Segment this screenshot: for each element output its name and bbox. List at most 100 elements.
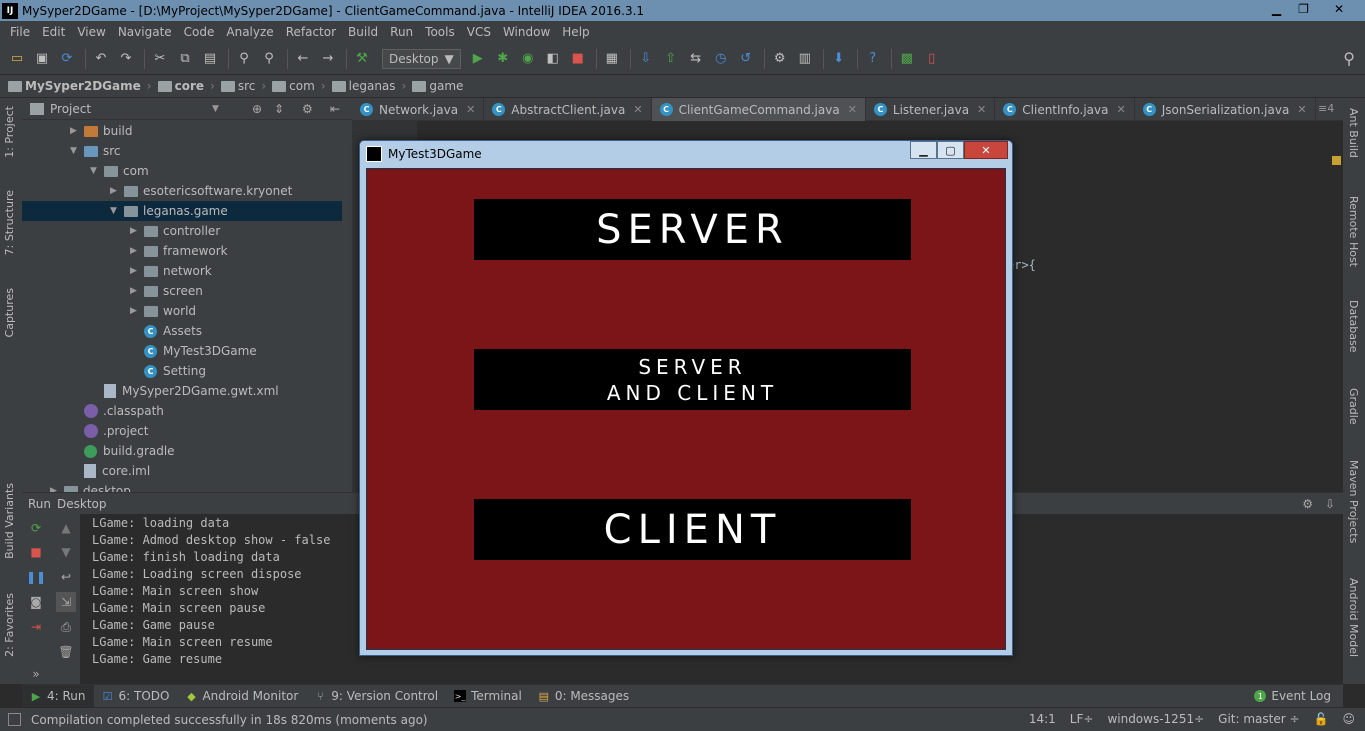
- copy-icon[interactable]: ⧉: [174, 48, 196, 70]
- tree-item[interactable]: ▶ screen: [22, 281, 203, 301]
- client-button[interactable]: CLIENT: [474, 499, 911, 560]
- tool-tab-database[interactable]: Database: [1347, 300, 1360, 353]
- project-view-dropdown[interactable]: Project: [50, 102, 91, 116]
- git-branch[interactable]: Git: master ÷: [1218, 712, 1299, 726]
- project-structure-icon[interactable]: ▥: [794, 48, 816, 70]
- inspector-icon[interactable]: ☺: [1342, 712, 1355, 726]
- close-tab-icon[interactable]: ✕: [1116, 103, 1125, 116]
- menu-navigate[interactable]: Navigate: [112, 25, 178, 39]
- soft-wrap-icon[interactable]: ↩: [56, 567, 76, 587]
- sdk-manager-icon[interactable]: ⬇: [828, 48, 850, 70]
- close-button[interactable]: ✕: [1317, 0, 1361, 18]
- chevron-down-icon[interactable]: ▼: [212, 104, 219, 114]
- server-button[interactable]: SERVER: [474, 199, 911, 260]
- menu-vcs[interactable]: VCS: [461, 25, 497, 39]
- sync-icon[interactable]: ⟳: [56, 48, 78, 70]
- breadcrumb-project[interactable]: MySyper2DGame: [8, 79, 141, 93]
- collapse-all-icon[interactable]: ⇕: [274, 102, 284, 116]
- tree-item[interactable]: C MyTest3DGame: [22, 341, 257, 361]
- gear-icon[interactable]: ⚙: [1302, 497, 1313, 511]
- expand-arrow-icon[interactable]: ▼: [110, 206, 124, 216]
- editor-tab[interactable]: C ClientGameCommand.java ✕: [651, 98, 866, 121]
- menu-window[interactable]: Window: [497, 25, 556, 39]
- tree-item[interactable]: build.gradle: [22, 441, 175, 461]
- more-icon[interactable]: »: [26, 664, 46, 684]
- tree-item[interactable]: .classpath: [22, 401, 164, 421]
- menu-analyze[interactable]: Analyze: [220, 25, 279, 39]
- warning-marker-icon[interactable]: [1332, 156, 1341, 165]
- bottom-tab-run[interactable]: ▶ 4: Run: [22, 684, 94, 708]
- menu-edit[interactable]: Edit: [36, 25, 71, 39]
- collapse-arrow-icon[interactable]: ▶: [130, 226, 144, 236]
- close-tab-icon[interactable]: ✕: [633, 103, 642, 116]
- breadcrumb-core[interactable]: core: [157, 79, 204, 93]
- close-tab-icon[interactable]: ✕: [466, 103, 475, 116]
- back-icon[interactable]: ←: [292, 48, 314, 70]
- settings-icon[interactable]: ⚙: [769, 48, 791, 70]
- paste-icon[interactable]: ▤: [199, 48, 221, 70]
- caret-position[interactable]: 14:1: [1029, 712, 1056, 726]
- tool-tab-android-model[interactable]: Android Model: [1347, 578, 1360, 657]
- file-encoding[interactable]: windows-1251÷: [1107, 712, 1204, 726]
- tree-item[interactable]: C Setting: [22, 361, 206, 381]
- toggle-tool-windows-icon[interactable]: [8, 713, 21, 726]
- clear-all-icon[interactable]: 🗑: [56, 642, 76, 662]
- tree-item[interactable]: ▶ framework: [22, 241, 228, 261]
- collapse-arrow-icon[interactable]: ▶: [70, 126, 84, 136]
- editor-tab[interactable]: C Network.java ✕: [352, 98, 485, 121]
- server-and-client-button[interactable]: SERVER AND CLIENT: [474, 349, 911, 410]
- bottom-tab-messages[interactable]: ▤ 0: Messages: [530, 685, 637, 708]
- game-maximize-button[interactable]: ▢: [937, 141, 964, 159]
- hide-panel-icon[interactable]: ⇩: [1325, 497, 1335, 511]
- android-device-icon[interactable]: ▩: [896, 48, 918, 70]
- vcs-update-icon[interactable]: ⇩: [635, 48, 657, 70]
- collapse-arrow-icon[interactable]: ▶: [130, 246, 144, 256]
- tool-tab-gradle[interactable]: Gradle: [1347, 388, 1360, 425]
- vcs-commit-icon[interactable]: ⇧: [660, 48, 682, 70]
- tree-item[interactable]: ▼ com: [22, 161, 149, 181]
- close-tab-icon[interactable]: ✕: [1297, 103, 1306, 116]
- tab-list-button[interactable]: ≡4: [1318, 102, 1334, 115]
- attach-debugger-icon[interactable]: ▦: [601, 48, 623, 70]
- close-tab-icon[interactable]: ✕: [977, 103, 986, 116]
- lock-icon[interactable]: 🔓: [1314, 712, 1329, 726]
- menu-run[interactable]: Run: [384, 25, 419, 39]
- stop-icon[interactable]: ■: [567, 48, 589, 70]
- scroll-down-icon[interactable]: ▼: [56, 542, 76, 562]
- profile-icon[interactable]: ◧: [542, 48, 564, 70]
- breadcrumb-game[interactable]: game: [412, 79, 463, 93]
- cut-icon[interactable]: ✂: [149, 48, 171, 70]
- tree-item[interactable]: ▼ leganas.game: [22, 201, 342, 221]
- make-project-icon[interactable]: ⚒: [351, 48, 373, 70]
- editor-tab[interactable]: C Listener.java ✕: [866, 98, 996, 121]
- expand-arrow-icon[interactable]: ▼: [90, 166, 104, 176]
- run-config-dropdown[interactable]: Desktop ▼: [382, 48, 461, 69]
- menu-file[interactable]: File: [4, 25, 36, 39]
- breadcrumb-leganas[interactable]: leganas: [331, 79, 396, 93]
- stop-icon[interactable]: ■: [26, 542, 46, 562]
- scroll-to-end-icon[interactable]: ⇲: [56, 592, 76, 612]
- search-everywhere-icon[interactable]: ⚲: [1343, 49, 1355, 68]
- editor-tab[interactable]: C ClientInfo.java ✕: [995, 98, 1135, 121]
- menu-code[interactable]: Code: [178, 25, 221, 39]
- print-icon[interactable]: ⎙: [56, 617, 76, 637]
- scroll-from-source-icon[interactable]: ⊕: [252, 102, 262, 116]
- avd-manager-icon[interactable]: ▯: [921, 48, 943, 70]
- menu-tools[interactable]: Tools: [419, 25, 461, 39]
- open-folder-icon[interactable]: ▭: [6, 48, 28, 70]
- collapse-arrow-icon[interactable]: ▶: [130, 266, 144, 276]
- tool-tab-build-variants[interactable]: Build Variants: [3, 483, 16, 559]
- vcs-compare-icon[interactable]: ⇆: [685, 48, 707, 70]
- menu-build[interactable]: Build: [342, 25, 384, 39]
- bottom-tab-version-control[interactable]: ⑂ 9: Version Control: [306, 685, 446, 708]
- tool-tab-maven-projects[interactable]: Maven Projects: [1347, 460, 1360, 543]
- tree-item[interactable]: ▶ esotericsoftware.kryonet: [22, 181, 292, 201]
- menu-view[interactable]: View: [71, 25, 111, 39]
- expand-arrow-icon[interactable]: ▼: [70, 146, 84, 156]
- undo-icon[interactable]: ↶: [90, 48, 112, 70]
- coverage-icon[interactable]: ◉: [517, 48, 539, 70]
- bottom-tab-terminal[interactable]: >_ Terminal: [446, 685, 530, 708]
- game-minimize-button[interactable]: ▁: [910, 141, 937, 159]
- line-separator[interactable]: LF÷: [1070, 712, 1094, 726]
- tool-tab-favorites[interactable]: 2: Favorites: [3, 593, 16, 657]
